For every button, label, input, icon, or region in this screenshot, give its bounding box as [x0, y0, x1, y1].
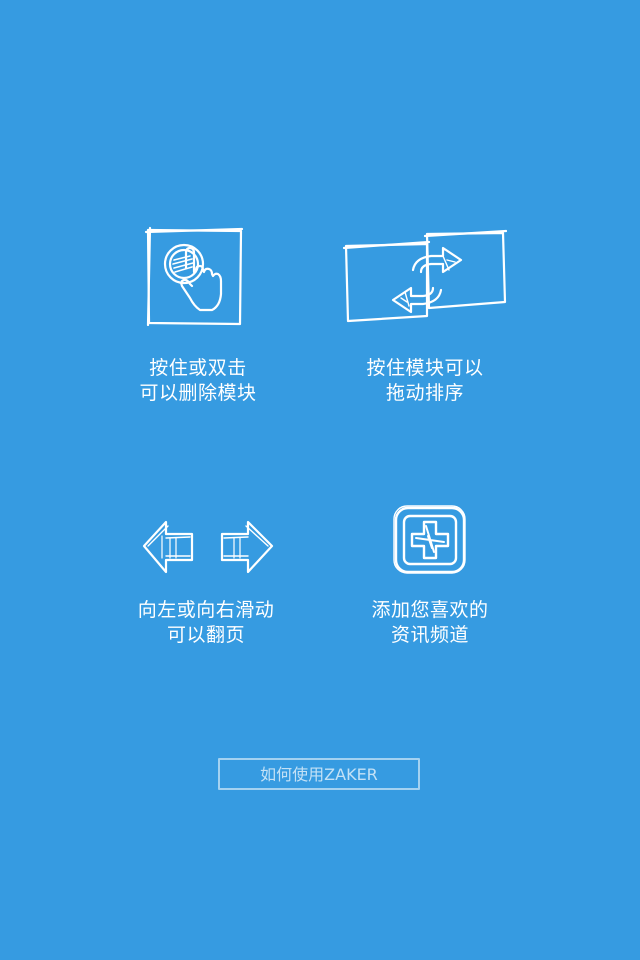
tap-hand-icon [144, 226, 244, 326]
tip-add-caption: 添加您喜欢的 资讯频道 [310, 598, 550, 648]
tip-delete-line1: 按住或双击 [149, 357, 247, 379]
tip-add-line2: 资讯频道 [390, 624, 469, 646]
tip-drag-caption: 按住模块可以 拖动排序 [305, 356, 545, 406]
tip-add-channel: 添加您喜欢的 资讯频道 [310, 502, 550, 662]
swap-arrows-icon [343, 228, 507, 328]
tip-swipe-page: 向左或向右滑动 可以翻页 [86, 510, 326, 660]
tip-swipe-caption: 向左或向右滑动 可以翻页 [86, 598, 326, 648]
tip-drag-line1: 按住模块可以 [366, 357, 484, 379]
tip-swipe-line1: 向左或向右滑动 [137, 599, 275, 621]
tip-drag-line2: 拖动排序 [385, 382, 464, 404]
tip-add-line1: 添加您喜欢的 [371, 599, 489, 621]
tip-swipe-line2: 可以翻页 [166, 624, 245, 646]
tip-delete-module: 按住或双击 可以删除模块 [78, 226, 318, 416]
tip-delete-caption: 按住或双击 可以删除模块 [78, 356, 318, 406]
tip-drag-sort: 按住模块可以 拖动排序 [305, 226, 545, 416]
left-right-arrows-icon [140, 516, 276, 576]
how-to-use-button[interactable]: 如何使用ZAKER [218, 758, 420, 790]
tip-delete-line2: 可以删除模块 [139, 382, 257, 404]
plus-box-icon [390, 502, 470, 578]
how-to-use-label: 如何使用ZAKER [260, 765, 378, 784]
